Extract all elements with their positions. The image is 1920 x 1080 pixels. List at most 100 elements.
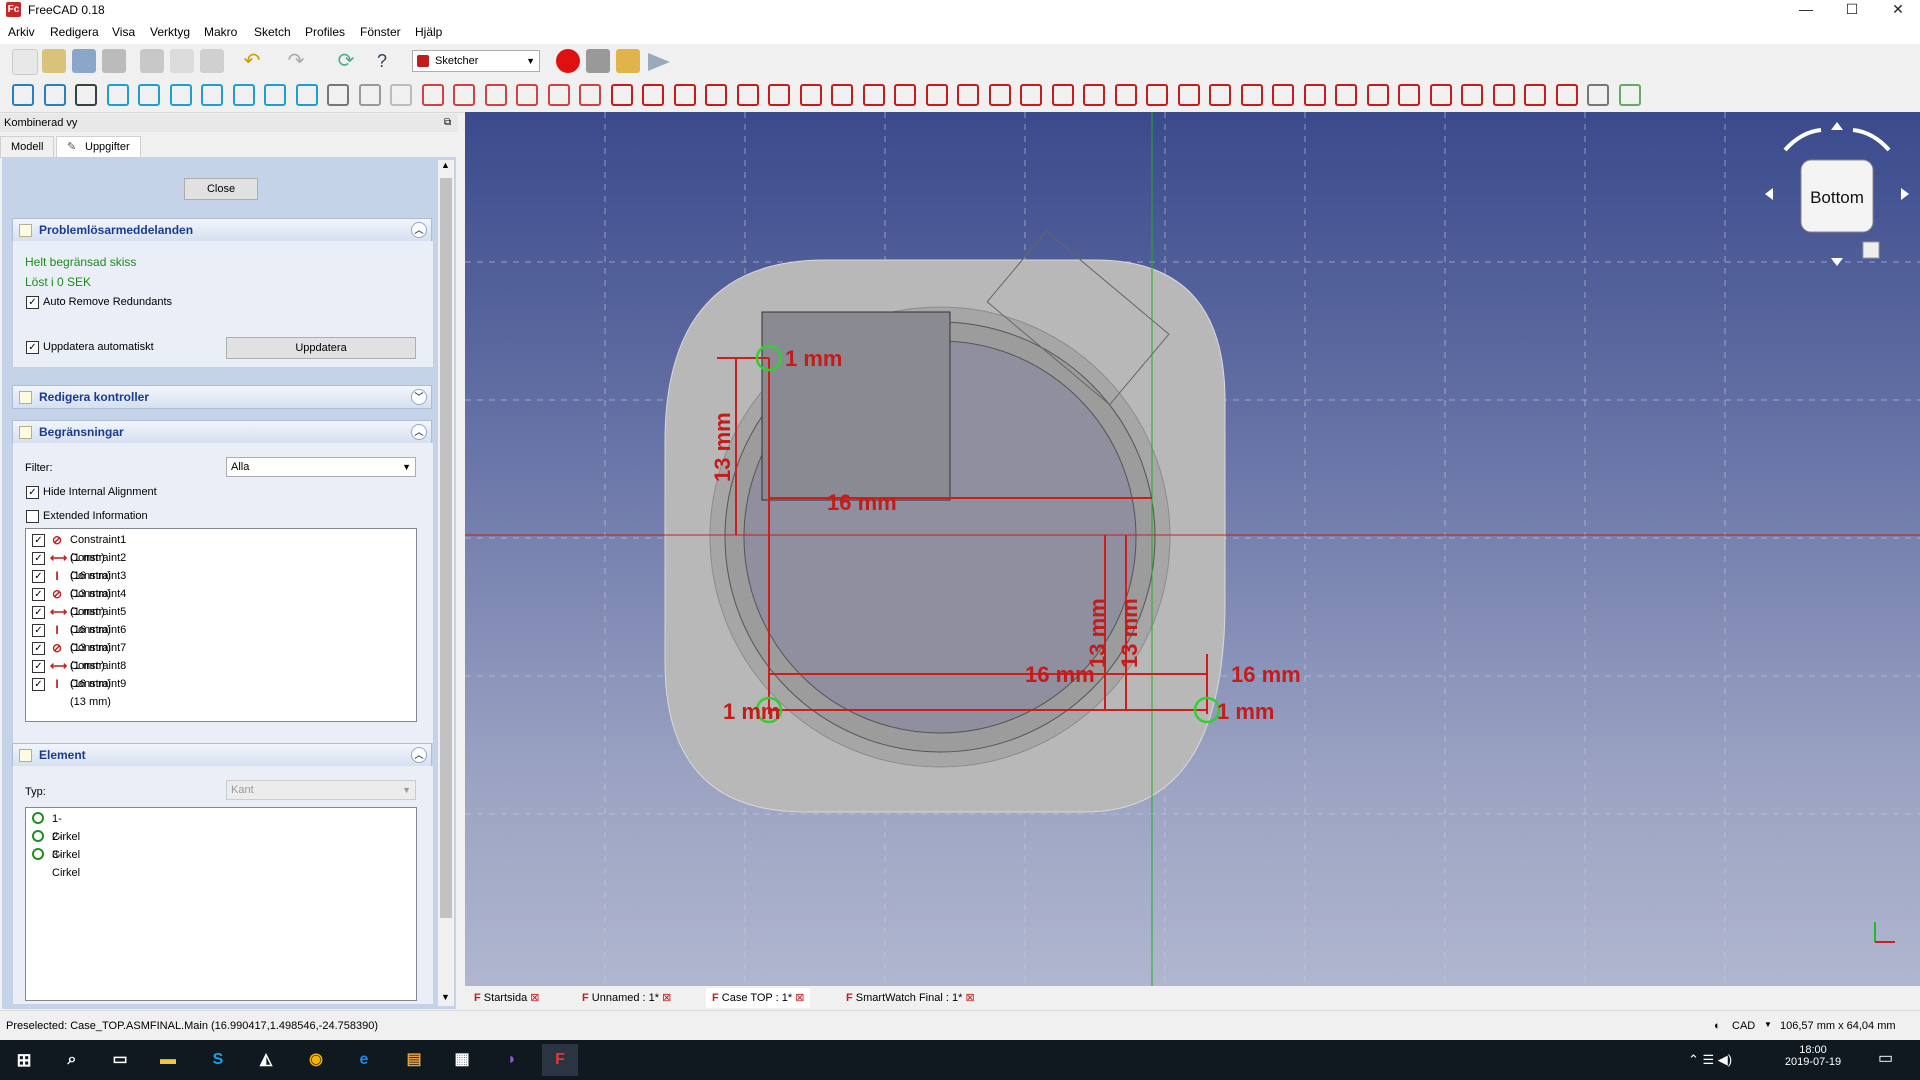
perpendicular-icon[interactable] (1272, 84, 1294, 106)
maximize-button[interactable]: ☐ (1830, 0, 1874, 20)
view-section-icon[interactable] (516, 84, 538, 106)
task-view-icon[interactable]: ▭ (102, 1044, 138, 1076)
polygon-icon[interactable] (862, 84, 885, 106)
chrome-icon[interactable]: ◉ (298, 1044, 334, 1076)
windows-start-icon[interactable]: ⊞ (6, 1044, 42, 1076)
tray-icons[interactable]: ⌃ ☰ ◀) (1688, 1052, 1732, 1068)
left-view-icon[interactable] (295, 84, 318, 106)
constraints-list[interactable]: ✓ ⊘ Constraint1 (1 mm) ✓ ⟷ Constraint2 (16 mm… (25, 528, 417, 722)
circle-icon[interactable] (705, 84, 727, 106)
lock-icon[interactable] (1429, 84, 1452, 106)
navigation-cube[interactable]: Bottom (1765, 122, 1909, 266)
construction-mode-icon[interactable] (1083, 84, 1105, 106)
scroll-up-icon[interactable]: ▲ (441, 160, 450, 170)
parallel-icon[interactable] (1240, 84, 1263, 106)
dim-radius-3[interactable]: 1 mm (1217, 699, 1274, 724)
isometric-view-icon[interactable] (106, 84, 129, 106)
rectangle-icon[interactable] (831, 84, 853, 106)
dim-v13-3[interactable]: 13 mm (1117, 598, 1142, 668)
dim-v13-1[interactable]: 13 mm (710, 412, 735, 482)
cut-icon[interactable] (140, 49, 164, 73)
open-icon[interactable] (42, 49, 66, 73)
bspline-icon[interactable] (768, 84, 790, 106)
constraint-checkbox[interactable]: ✓ (32, 642, 45, 655)
menu-makro[interactable]: Makro (204, 25, 237, 39)
radius-icon[interactable] (1555, 84, 1578, 106)
hide-internal-checkbox[interactable]: ✓ (26, 486, 39, 499)
dim-v13-2[interactable]: 13 mm (1085, 598, 1110, 668)
menu-verktyg[interactable]: Verktyg (150, 25, 190, 39)
clock[interactable]: 18:00 2019-07-19 (1778, 1044, 1848, 1068)
polyline-icon[interactable] (799, 84, 822, 106)
app-icon[interactable]: ▤ (396, 1044, 432, 1076)
doc-tab-case-top[interactable]: F Case TOP : 1* ⊠ (706, 988, 811, 1008)
equal-icon[interactable] (1335, 84, 1357, 106)
select-icon[interactable] (1587, 84, 1609, 106)
visual-studio-icon[interactable]: ◗ (494, 1044, 530, 1076)
menu-sketch[interactable]: Sketch (254, 25, 291, 39)
group-icon[interactable] (390, 84, 412, 106)
point-on-object-icon[interactable] (1146, 84, 1168, 106)
close-tab-icon[interactable]: ⊠ (965, 992, 974, 1004)
navcube-face-label[interactable]: Bottom (1810, 188, 1864, 207)
horizontal-icon[interactable] (1209, 84, 1231, 106)
carbon-copy-icon[interactable] (1051, 84, 1074, 106)
tab-uppgifter[interactable]: ✎ Uppgifter (56, 136, 141, 157)
measure-icon[interactable] (327, 84, 349, 106)
undock-icon[interactable]: ⧉ (444, 114, 451, 132)
constraint-checkbox[interactable]: ✓ (32, 588, 45, 601)
coincident-icon[interactable] (1114, 84, 1137, 106)
rear-view-icon[interactable] (232, 84, 255, 106)
close-tab-icon[interactable]: ⊠ (530, 992, 539, 1004)
refresh-icon[interactable]: ⟳ (334, 49, 358, 73)
menu-arkiv[interactable]: Arkiv (8, 25, 35, 39)
sketch-canvas[interactable]: 1 mm 1 mm 1 mm 16 mm 16 mm 16 mm 13 mm 1… (465, 112, 1920, 986)
constraint-checkbox[interactable]: ✓ (32, 606, 45, 619)
slot-icon[interactable] (894, 84, 916, 106)
run-macro-icon[interactable] (648, 53, 670, 71)
navcube-right-arrow-icon[interactable] (1901, 188, 1909, 200)
reorient-sketch-icon[interactable] (579, 84, 601, 106)
horizontal-distance-icon[interactable] (1461, 84, 1483, 106)
front-view-icon[interactable] (138, 84, 160, 106)
expand-icon[interactable]: ﹀ (411, 389, 427, 405)
external-geometry-icon[interactable] (1020, 84, 1042, 106)
tab-modell[interactable]: Modell (0, 136, 55, 158)
dim-radius-1[interactable]: 1 mm (785, 346, 842, 371)
right-view-icon[interactable] (201, 84, 223, 106)
doc-tab-startsida[interactable]: F Startsida ⊠ (474, 988, 540, 1008)
block-icon[interactable] (1398, 84, 1420, 106)
filter-select[interactable]: Alla ▼ (226, 457, 416, 477)
point-icon[interactable] (610, 84, 633, 106)
scroll-down-icon[interactable]: ▼ (441, 992, 450, 1002)
fit-selection-icon[interactable] (43, 84, 66, 106)
top-view-icon[interactable] (169, 84, 192, 106)
menu-fonster[interactable]: Fönster (360, 25, 401, 39)
close-tab-icon[interactable]: ⊠ (795, 992, 804, 1004)
vertical-icon[interactable] (1177, 84, 1200, 106)
draw-style-icon[interactable] (75, 84, 97, 106)
3d-viewport[interactable]: 1 mm 1 mm 1 mm 16 mm 16 mm 16 mm 13 mm 1… (465, 112, 1920, 986)
arc-icon[interactable] (673, 84, 696, 106)
navcube-up-arrow-icon[interactable] (1831, 122, 1843, 130)
navcube-left-arrow-icon[interactable] (1765, 188, 1773, 200)
constraint-checkbox[interactable]: ✓ (32, 660, 45, 673)
element-header[interactable]: Element ︿ (12, 743, 432, 767)
doc-tab-unnamed[interactable]: F Unnamed : 1* ⊠ (582, 988, 671, 1008)
leave-sketch-icon[interactable] (453, 84, 475, 106)
vertical-distance-icon[interactable] (1492, 84, 1515, 106)
chevron-down-icon[interactable]: ▼ (1764, 1020, 1772, 1029)
skype-icon[interactable]: S (200, 1044, 236, 1076)
extend-icon[interactable] (988, 84, 1011, 106)
part-icon[interactable] (358, 84, 381, 106)
record-macro-icon[interactable] (556, 49, 580, 73)
extended-info-checkbox[interactable] (26, 510, 39, 523)
view-sketch-icon[interactable] (484, 84, 507, 106)
constraint-checkbox[interactable]: ✓ (32, 678, 45, 691)
notifications-icon[interactable]: ▭ (1878, 1048, 1893, 1068)
update-button[interactable]: Uppdatera (226, 337, 416, 359)
search-icon[interactable]: ⌕ (54, 1044, 90, 1076)
tangent-icon[interactable] (1303, 84, 1326, 106)
bottom-view-icon[interactable] (264, 84, 286, 106)
navigation-style-select[interactable]: CAD (1732, 1020, 1755, 1032)
